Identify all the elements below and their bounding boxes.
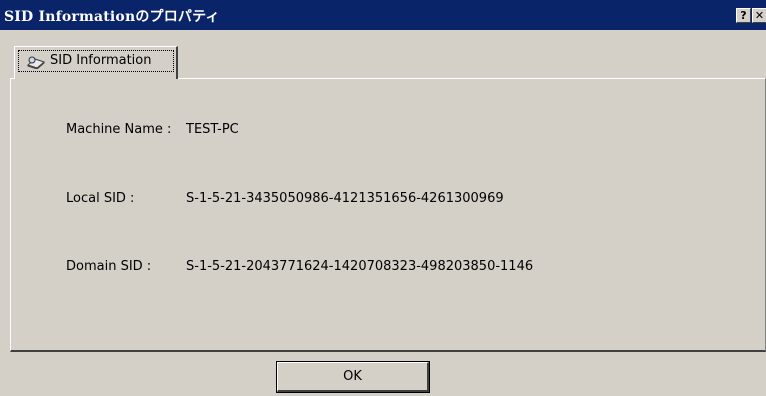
machine-name-label: Machine Name : [66, 122, 172, 137]
domain-sid-value: S-1-5-21-2043771624-1420708323-498203850… [186, 259, 534, 274]
close-button[interactable]: ✕ [752, 8, 766, 23]
domain-sid-label: Domain SID : [66, 259, 152, 274]
machine-name-value: TEST-PC [186, 122, 239, 137]
ok-button[interactable]: OK [276, 361, 430, 393]
tab-sid-information[interactable]: SID Information [14, 46, 178, 79]
help-button[interactable]: ? [736, 8, 751, 23]
window-title: SID Informationのプロパティ [4, 9, 220, 25]
tab-panel [10, 78, 766, 352]
local-sid-label: Local SID : [66, 191, 135, 206]
title-bar[interactable]: SID Informationのプロパティ ? ✕ [0, 0, 766, 30]
local-sid-value: S-1-5-21-3435050986-4121351656-426130096… [186, 191, 504, 206]
magnifier-book-icon [27, 56, 45, 69]
tab-label: SID Information [50, 53, 152, 68]
